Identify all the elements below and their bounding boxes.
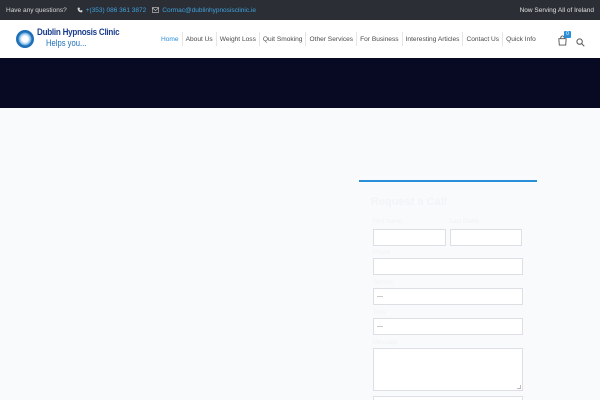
serving-text: Now Serving All of Ireland — [519, 6, 594, 14]
phone-number: +(353) 086 361 3872 — [85, 6, 147, 14]
cart-count-badge: 0 — [564, 31, 571, 38]
nav-item-weight-loss[interactable]: Weight Loss — [215, 32, 259, 46]
last-name-label: Last Name — [450, 219, 480, 225]
nav-item-interesting-articles[interactable]: Interesting Articles — [401, 32, 463, 46]
phone-link[interactable]: +(353) 086 361 3872 — [77, 6, 147, 14]
nav-item-quick-info[interactable]: Quick Info — [502, 32, 539, 46]
search-button[interactable] — [576, 34, 586, 47]
phone-input[interactable] — [373, 258, 523, 275]
form-title: Request a Call — [371, 196, 447, 208]
time-select-value: --- — [377, 323, 383, 330]
envelope-icon — [152, 7, 160, 13]
cart-button[interactable]: 0 — [557, 31, 571, 46]
first-name-input[interactable] — [373, 229, 446, 246]
phone-label: Phone — [373, 250, 391, 256]
email-link[interactable]: Cormac@dublinhypnosisclinic.ie — [152, 7, 256, 14]
submit-button[interactable] — [373, 396, 523, 400]
site-logo[interactable]: Dublin Hypnosis Clinic Helps you... — [16, 27, 120, 51]
first-name-label: First Name — [373, 219, 403, 225]
site-header: Dublin Hypnosis Clinic Helps you... Home… — [0, 20, 600, 58]
service-label: Service — [373, 280, 394, 286]
message-label: Message — [373, 340, 398, 346]
request-form: Request a Call First Name Last Name Phon… — [359, 180, 537, 400]
nav-item-contact-us[interactable]: Contact Us — [462, 32, 502, 46]
time-select[interactable]: --- — [373, 318, 523, 335]
email-address: Cormac@dublinhypnosisclinic.ie — [162, 6, 256, 14]
form-accent-bar — [359, 180, 537, 182]
last-name-input[interactable] — [450, 229, 522, 246]
nav-item-home[interactable]: Home — [158, 32, 182, 46]
nav-item-for-business[interactable]: For Business — [356, 32, 401, 46]
time-label: Time — [373, 310, 387, 316]
service-select[interactable]: --- — [373, 288, 523, 305]
nav-item-about-us[interactable]: About Us — [181, 32, 216, 46]
resize-handle-icon[interactable] — [517, 385, 521, 389]
message-textarea[interactable] — [373, 348, 523, 391]
nav-item-other-services[interactable]: Other Services — [305, 32, 356, 46]
logo-emblem-icon — [16, 30, 34, 48]
logo-name: Dublin Hypnosis Clinic — [37, 27, 120, 38]
phone-icon — [77, 7, 83, 13]
nav-item-quit-smoking[interactable]: Quit Smoking — [258, 32, 306, 46]
main-nav: Home About Us Weight Loss Quit Smoking O… — [158, 20, 539, 58]
service-select-value: --- — [377, 293, 383, 300]
logo-tagline: Helps you... — [46, 38, 87, 48]
search-icon — [576, 38, 585, 47]
hero-banner — [0, 58, 600, 108]
top-bar: Have any questions? +(353) 086 361 3872 … — [0, 0, 600, 20]
questions-text: Have any questions? — [6, 6, 67, 14]
